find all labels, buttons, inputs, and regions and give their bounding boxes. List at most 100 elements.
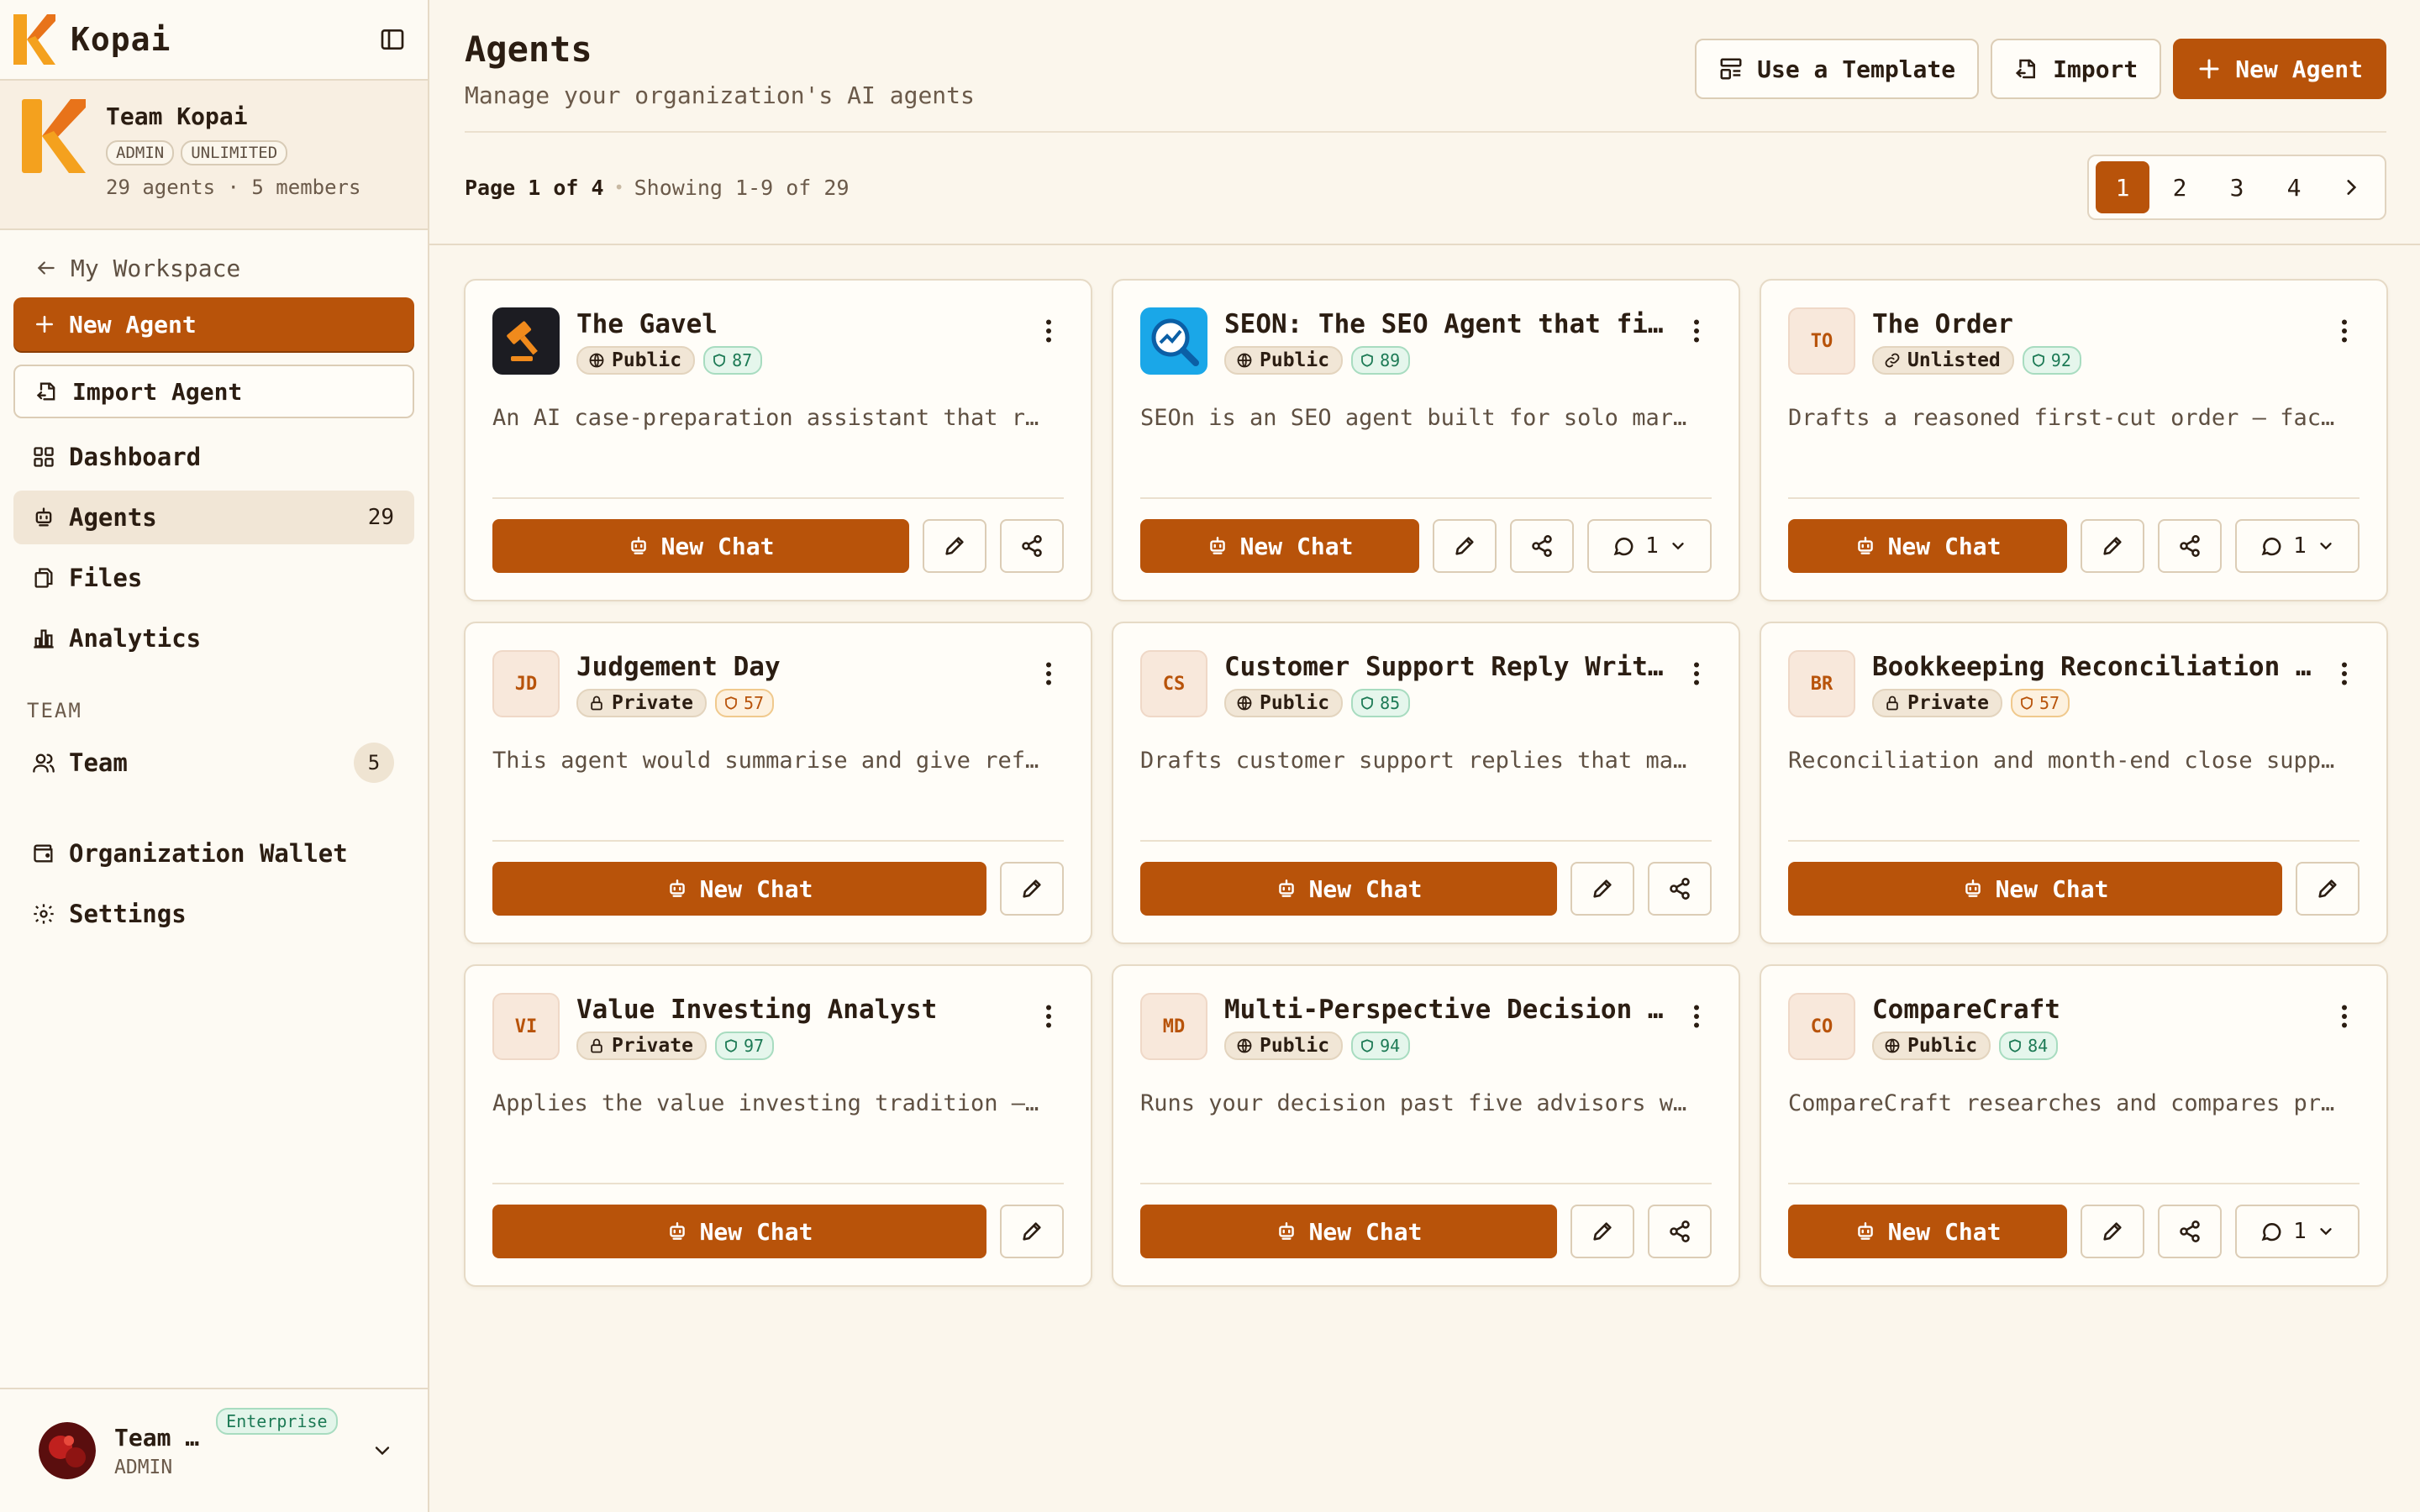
share-agent-button[interactable] [1648,862,1712,916]
card-divider [1140,497,1712,499]
use-template-button[interactable]: Use a Template [1695,39,1980,99]
next-page-button[interactable] [2324,161,2378,213]
edit-agent-button[interactable] [1570,862,1634,916]
edit-agent-button[interactable] [2081,519,2144,573]
new-chat-button[interactable]: New Chat [492,519,909,573]
sidebar-item-wallet[interactable]: Organization Wallet [13,827,414,880]
more-vertical-icon[interactable] [1034,659,1064,689]
quality-score: 89 [1380,350,1401,370]
sidebar-item-dashboard[interactable]: Dashboard [13,430,414,484]
header-divider [465,131,2386,133]
edit-agent-button[interactable] [923,519,986,573]
more-vertical-icon[interactable] [1034,316,1064,346]
new-chat-button[interactable]: New Chat [1140,862,1557,916]
quality-score-badge: 85 [1351,689,1411,717]
visibility-label: Unlisted [1907,349,2001,371]
sidebar-item-settings[interactable]: Settings [13,887,414,941]
agent-card[interactable]: The Gavel Public 87 An AI case-preparati… [464,279,1092,601]
chat-threads-dropdown[interactable]: 1 [2235,1205,2360,1258]
back-to-workspace-link[interactable]: My Workspace [13,250,414,286]
page-4-button[interactable]: 4 [2267,161,2321,213]
agent-card[interactable]: CO CompareCraft Public 84 CompareCraft r… [1760,964,2388,1287]
user-name: Team … [114,1423,200,1452]
edit-agent-button[interactable] [2081,1205,2144,1258]
sidebar-item-files[interactable]: Files [13,551,414,605]
sidebar-item-label: Files [69,564,143,592]
visibility-label: Public [1260,692,1330,714]
sidebar-import-agent-button[interactable]: Import Agent [13,365,414,418]
new-chat-button[interactable]: New Chat [1788,1205,2067,1258]
quality-score-badge: 57 [714,689,775,717]
edit-agent-button[interactable] [1570,1205,1634,1258]
agent-card[interactable]: BR Bookkeeping Reconciliation A… Private… [1760,622,2388,944]
pencil-icon [1023,1222,1041,1241]
more-vertical-icon[interactable] [1681,316,1712,346]
globe-icon [1237,696,1252,711]
new-chat-button[interactable]: New Chat [1140,1205,1557,1258]
more-vertical-icon[interactable] [2329,659,2360,689]
agent-description: Drafts customer support replies that ma… [1140,748,1687,774]
edit-agent-button[interactable] [1000,1205,1064,1258]
share-agent-button[interactable] [1510,519,1574,573]
import-button[interactable]: Import [1991,39,2162,99]
new-chat-label: New Chat [1887,1217,2002,1246]
shield-check-icon [2032,354,2044,367]
sidebar-new-agent-button[interactable]: New Agent [13,297,414,351]
new-chat-button[interactable]: New Chat [1140,519,1419,573]
new-chat-button[interactable]: New Chat [1788,862,2282,916]
share-agent-button[interactable] [2158,1205,2222,1258]
more-vertical-icon[interactable] [1681,659,1712,689]
agent-card[interactable]: TO The Order Unlisted 92 Drafts a reason… [1760,279,2388,601]
more-vertical-icon[interactable] [2329,1001,2360,1032]
agent-card[interactable]: JD Judgement Day Private 57 This agent w… [464,622,1092,944]
share-agent-button[interactable] [2158,519,2222,573]
agent-card[interactable]: CS Customer Support Reply Writer Public … [1112,622,1740,944]
shield-check-icon [2021,696,2033,710]
kopai-logo-icon[interactable] [13,14,55,65]
visibility-label: Public [1907,1035,1978,1057]
users-icon [33,753,55,773]
edit-agent-button[interactable] [1433,519,1497,573]
agent-name: The Order [1872,309,2013,339]
edit-agent-button[interactable] [2296,862,2360,916]
new-chat-button[interactable]: New Chat [492,1205,986,1258]
plus-icon [2199,59,2219,79]
new-chat-button[interactable]: New Chat [492,862,986,916]
agent-icon [1140,307,1207,375]
agent-name: Bookkeeping Reconciliation A… [1872,652,2323,682]
sidebar-toggle-icon[interactable] [379,26,406,53]
bot-icon [1857,537,1873,554]
agent-description: SEOn is an SEO agent built for solo mar… [1140,405,1687,431]
chevron-down-icon[interactable] [371,1439,394,1462]
card-divider [1140,1183,1712,1184]
sidebar-item-analytics[interactable]: Analytics [13,612,414,665]
agent-initials: CS [1140,650,1207,717]
agent-card[interactable]: SEON: The SEO Agent that fix… Public 89 … [1112,279,1740,601]
more-vertical-icon[interactable] [2329,316,2360,346]
page-3-button[interactable]: 3 [2210,161,2264,213]
sidebar-item-team[interactable]: Team 5 [13,736,414,790]
more-vertical-icon[interactable] [1681,1001,1712,1032]
share-agent-button[interactable] [1648,1205,1712,1258]
page-1-button[interactable]: 1 [2096,161,2149,213]
visibility-badge: Public [576,346,696,375]
sidebar-item-agents[interactable]: Agents 29 [13,491,414,544]
edit-agent-button[interactable] [1000,862,1064,916]
user-menu[interactable]: Team … ADMIN Enterprise [0,1388,428,1512]
team-section-label: TEAM [27,699,82,722]
chat-threads-dropdown[interactable]: 1 [2235,519,2360,573]
card-actions: New Chat [492,519,1064,573]
team-card[interactable]: Team Kopai ADMIN UNLIMITED 29 agents · 5… [0,81,428,230]
bot-icon [1209,537,1225,554]
page-2-button[interactable]: 2 [2153,161,2207,213]
new-chat-button[interactable]: New Chat [1788,519,2067,573]
more-vertical-icon[interactable] [1034,1001,1064,1032]
new-agent-button[interactable]: New Agent [2173,39,2386,99]
agent-card[interactable]: VI Value Investing Analyst Private 97 Ap… [464,964,1092,1287]
chat-threads-dropdown[interactable]: 1 [1587,519,1712,573]
sidebar-nav: My Workspace New Agent Import Agent Dash… [0,230,428,941]
agents-count: 29 [367,505,394,530]
pencil-icon [1455,537,1474,555]
share-agent-button[interactable] [1000,519,1064,573]
agent-card[interactable]: MD Multi-Perspective Decision A… Public … [1112,964,1740,1287]
